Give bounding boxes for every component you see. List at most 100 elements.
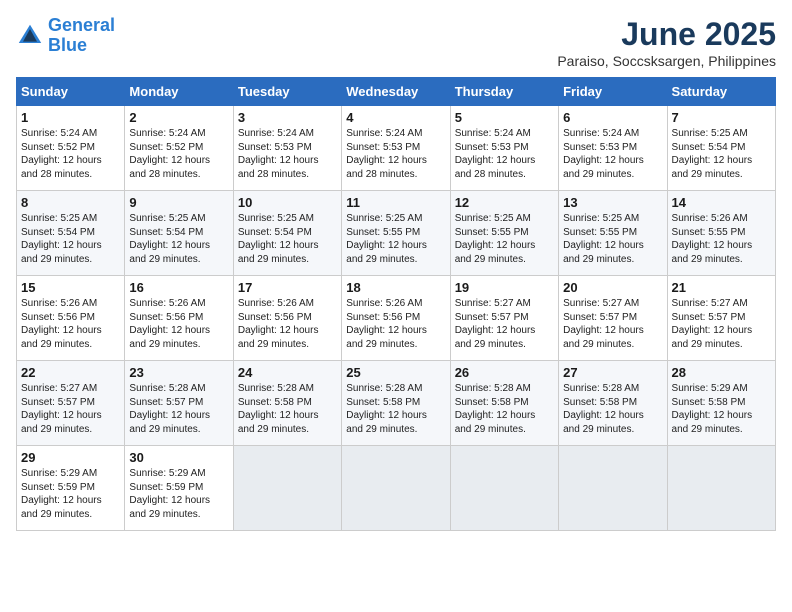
day-number: 23 — [129, 365, 228, 380]
day-number: 15 — [21, 280, 120, 295]
day-number: 12 — [455, 195, 554, 210]
header-saturday: Saturday — [667, 78, 775, 106]
calendar-cell — [342, 446, 450, 531]
week-row-1: 1 Sunrise: 5:24 AMSunset: 5:52 PMDaylight… — [17, 106, 776, 191]
day-number: 4 — [346, 110, 445, 125]
location: Paraiso, Soccsksargen, Philippines — [557, 53, 776, 69]
calendar-cell: 25 Sunrise: 5:28 AMSunset: 5:58 PMDayligh… — [342, 361, 450, 446]
day-info: Sunrise: 5:26 AMSunset: 5:56 PMDaylight:… — [129, 297, 228, 351]
day-number: 25 — [346, 365, 445, 380]
day-info: Sunrise: 5:25 AMSunset: 5:54 PMDaylight:… — [21, 212, 120, 266]
day-number: 3 — [238, 110, 337, 125]
day-info: Sunrise: 5:28 AMSunset: 5:58 PMDaylight:… — [238, 382, 337, 436]
day-info: Sunrise: 5:26 AMSunset: 5:56 PMDaylight:… — [238, 297, 337, 351]
calendar-cell: 4 Sunrise: 5:24 AMSunset: 5:53 PMDaylight… — [342, 106, 450, 191]
calendar-cell: 24 Sunrise: 5:28 AMSunset: 5:58 PMDayligh… — [233, 361, 341, 446]
calendar-table: SundayMondayTuesdayWednesdayThursdayFrid… — [16, 77, 776, 531]
calendar-cell: 23 Sunrise: 5:28 AMSunset: 5:57 PMDayligh… — [125, 361, 233, 446]
calendar-cell: 6 Sunrise: 5:24 AMSunset: 5:53 PMDaylight… — [559, 106, 667, 191]
day-number: 5 — [455, 110, 554, 125]
calendar-cell: 26 Sunrise: 5:28 AMSunset: 5:58 PMDayligh… — [450, 361, 558, 446]
calendar-cell: 8 Sunrise: 5:25 AMSunset: 5:54 PMDaylight… — [17, 191, 125, 276]
calendar-cell: 3 Sunrise: 5:24 AMSunset: 5:53 PMDaylight… — [233, 106, 341, 191]
week-row-5: 29 Sunrise: 5:29 AMSunset: 5:59 PMDayligh… — [17, 446, 776, 531]
day-number: 17 — [238, 280, 337, 295]
day-info: Sunrise: 5:26 AMSunset: 5:56 PMDaylight:… — [21, 297, 120, 351]
logo-text: General Blue — [48, 16, 115, 56]
calendar-cell: 14 Sunrise: 5:26 AMSunset: 5:55 PMDayligh… — [667, 191, 775, 276]
day-number: 6 — [563, 110, 662, 125]
calendar-cell: 22Sunrise: 5:27 AMSunset: 5:57 PMDayligh… — [17, 361, 125, 446]
day-number: 10 — [238, 195, 337, 210]
header-thursday: Thursday — [450, 78, 558, 106]
day-info: Sunrise: 5:24 AMSunset: 5:52 PMDaylight:… — [129, 127, 228, 181]
day-info: Sunrise: 5:25 AMSunset: 5:55 PMDaylight:… — [563, 212, 662, 266]
day-number: 21 — [672, 280, 771, 295]
page-header: General Blue June 2025 Paraiso, Soccsksa… — [16, 16, 776, 69]
calendar-cell: 5 Sunrise: 5:24 AMSunset: 5:53 PMDaylight… — [450, 106, 558, 191]
day-info: Sunrise: 5:25 AMSunset: 5:55 PMDaylight:… — [455, 212, 554, 266]
day-info: Sunrise: 5:24 AMSunset: 5:53 PMDaylight:… — [563, 127, 662, 181]
day-info: Sunrise: 5:24 AMSunset: 5:53 PMDaylight:… — [238, 127, 337, 181]
day-info: Sunrise: 5:29 AMSunset: 5:58 PMDaylight:… — [672, 382, 771, 436]
day-info: Sunrise: 5:24 AMSunset: 5:53 PMDaylight:… — [455, 127, 554, 181]
day-number: 2 — [129, 110, 228, 125]
day-info: Sunrise: 5:28 AMSunset: 5:58 PMDaylight:… — [563, 382, 662, 436]
day-number: 18 — [346, 280, 445, 295]
calendar-cell: 27 Sunrise: 5:28 AMSunset: 5:58 PMDayligh… — [559, 361, 667, 446]
calendar-cell — [450, 446, 558, 531]
day-info: Sunrise: 5:27 AMSunset: 5:57 PMDaylight:… — [455, 297, 554, 351]
calendar-cell: 2 Sunrise: 5:24 AMSunset: 5:52 PMDaylight… — [125, 106, 233, 191]
week-row-2: 8 Sunrise: 5:25 AMSunset: 5:54 PMDaylight… — [17, 191, 776, 276]
day-number: 1 — [21, 110, 120, 125]
day-info: Sunrise: 5:24 AMSunset: 5:52 PMDaylight:… — [21, 127, 120, 181]
day-info: Sunrise: 5:26 AMSunset: 5:55 PMDaylight:… — [672, 212, 771, 266]
calendar-cell: 17 Sunrise: 5:26 AMSunset: 5:56 PMDayligh… — [233, 276, 341, 361]
calendar-header-row: SundayMondayTuesdayWednesdayThursdayFrid… — [17, 78, 776, 106]
day-info: Sunrise: 5:24 AMSunset: 5:53 PMDaylight:… — [346, 127, 445, 181]
month-title: June 2025 — [557, 16, 776, 53]
calendar-cell: 10 Sunrise: 5:25 AMSunset: 5:54 PMDayligh… — [233, 191, 341, 276]
day-info: Sunrise: 5:28 AMSunset: 5:57 PMDaylight:… — [129, 382, 228, 436]
day-info: Sunrise: 5:28 AMSunset: 5:58 PMDaylight:… — [455, 382, 554, 436]
day-number: 28 — [672, 365, 771, 380]
day-number: 29 — [21, 450, 120, 465]
calendar-cell: 28 Sunrise: 5:29 AMSunset: 5:58 PMDayligh… — [667, 361, 775, 446]
logo-icon — [16, 22, 44, 50]
calendar-cell: 12 Sunrise: 5:25 AMSunset: 5:55 PMDayligh… — [450, 191, 558, 276]
header-friday: Friday — [559, 78, 667, 106]
calendar-cell: 30 Sunrise: 5:29 AMSunset: 5:59 PMDayligh… — [125, 446, 233, 531]
day-number: 27 — [563, 365, 662, 380]
header-wednesday: Wednesday — [342, 78, 450, 106]
calendar-cell: 18 Sunrise: 5:26 AMSunset: 5:56 PMDayligh… — [342, 276, 450, 361]
day-info: Sunrise: 5:27 AMSunset: 5:57 PMDaylight:… — [21, 382, 120, 436]
week-row-3: 15 Sunrise: 5:26 AMSunset: 5:56 PMDayligh… — [17, 276, 776, 361]
day-number: 8 — [21, 195, 120, 210]
header-tuesday: Tuesday — [233, 78, 341, 106]
day-number: 19 — [455, 280, 554, 295]
day-info: Sunrise: 5:25 AMSunset: 5:54 PMDaylight:… — [238, 212, 337, 266]
day-number: 14 — [672, 195, 771, 210]
calendar-cell: 21Sunrise: 5:27 AMSunset: 5:57 PMDayligh… — [667, 276, 775, 361]
calendar-cell: 16 Sunrise: 5:26 AMSunset: 5:56 PMDayligh… — [125, 276, 233, 361]
calendar-cell: 19 Sunrise: 5:27 AMSunset: 5:57 PMDayligh… — [450, 276, 558, 361]
day-number: 30 — [129, 450, 228, 465]
day-number: 24 — [238, 365, 337, 380]
logo: General Blue — [16, 16, 115, 56]
calendar-cell: 9Sunrise: 5:25 AMSunset: 5:54 PMDaylight… — [125, 191, 233, 276]
title-block: June 2025 Paraiso, Soccsksargen, Philipp… — [557, 16, 776, 69]
calendar-cell — [559, 446, 667, 531]
calendar-cell: 1 Sunrise: 5:24 AMSunset: 5:52 PMDaylight… — [17, 106, 125, 191]
calendar-cell: 20Sunrise: 5:27 AMSunset: 5:57 PMDayligh… — [559, 276, 667, 361]
calendar-cell: 7Sunrise: 5:25 AMSunset: 5:54 PMDaylight… — [667, 106, 775, 191]
calendar-cell: 13Sunrise: 5:25 AMSunset: 5:55 PMDayligh… — [559, 191, 667, 276]
day-info: Sunrise: 5:26 AMSunset: 5:56 PMDaylight:… — [346, 297, 445, 351]
day-number: 16 — [129, 280, 228, 295]
calendar-cell — [667, 446, 775, 531]
day-info: Sunrise: 5:29 AMSunset: 5:59 PMDaylight:… — [129, 467, 228, 521]
header-sunday: Sunday — [17, 78, 125, 106]
header-monday: Monday — [125, 78, 233, 106]
day-number: 9 — [129, 195, 228, 210]
day-number: 26 — [455, 365, 554, 380]
day-info: Sunrise: 5:28 AMSunset: 5:58 PMDaylight:… — [346, 382, 445, 436]
